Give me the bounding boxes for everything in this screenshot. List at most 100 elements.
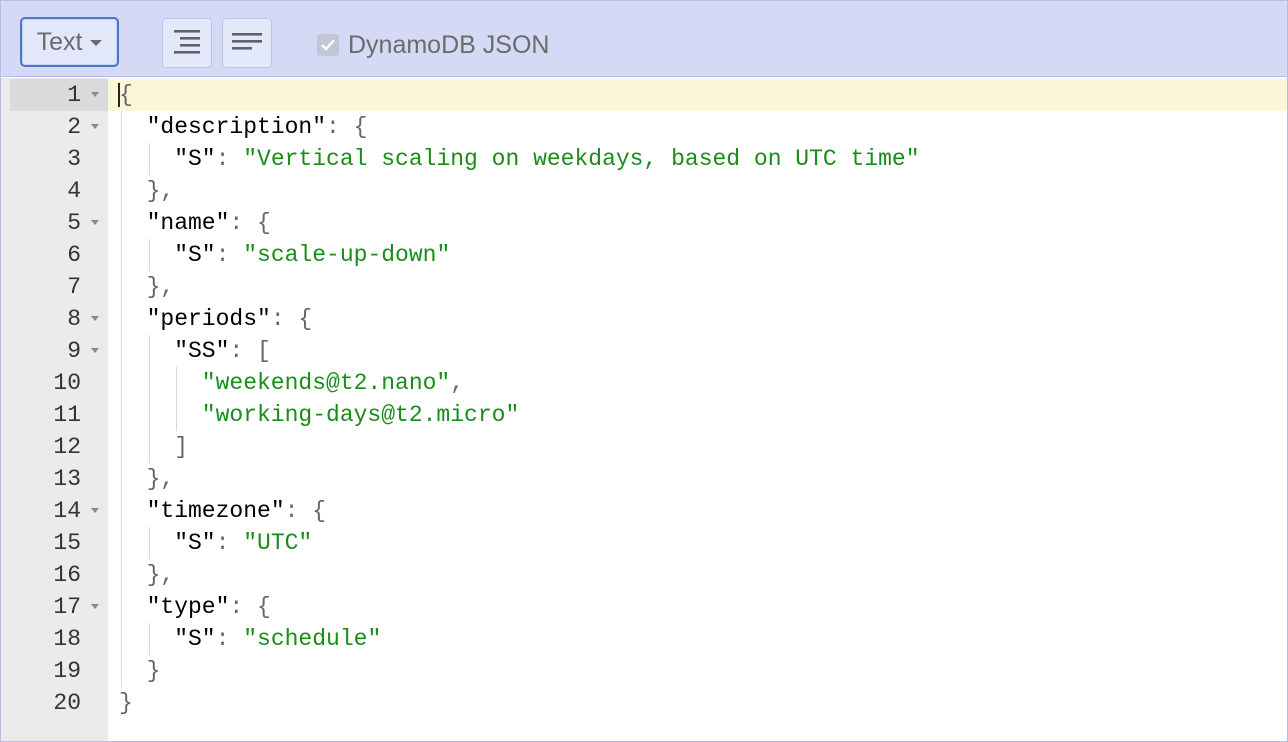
dynamodb-json-toggle[interactable]: DynamoDB JSON <box>317 29 549 61</box>
code-line: 5 "name": { <box>1 207 1287 239</box>
punctuation-token: }, <box>146 274 175 300</box>
indent-guide <box>121 367 122 399</box>
compact-json-button[interactable] <box>222 18 272 68</box>
text-cursor <box>118 83 120 107</box>
indent-guide <box>148 335 150 367</box>
string-token: "scale-up-down" <box>243 242 451 268</box>
punctuation-token: : { <box>270 306 313 332</box>
indent-guide <box>121 527 122 559</box>
indent-guide <box>121 431 122 463</box>
punctuation-token: }, <box>146 562 175 588</box>
code-line: 11 "working-days@t2.micro" <box>1 399 1287 431</box>
line-number: 10 <box>53 370 81 396</box>
code-line: 1{ <box>1 79 1287 111</box>
line-number: 17 <box>53 594 81 620</box>
line-number: 19 <box>53 658 81 684</box>
code-text: } <box>147 655 161 687</box>
indent-guide <box>121 303 122 335</box>
indent-guide <box>121 271 122 303</box>
indent-guide <box>148 367 150 399</box>
indent-guide <box>176 367 178 399</box>
line-number: 14 <box>53 498 81 524</box>
indent-guide <box>176 399 178 431</box>
punctuation-token: : <box>215 530 244 556</box>
indent-guide <box>121 623 122 655</box>
line-number: 4 <box>67 178 81 204</box>
fold-toggle-icon[interactable] <box>91 316 99 321</box>
code-text: "S": "Vertical scaling on weekdays, base… <box>174 143 919 175</box>
punctuation-token: } <box>119 690 133 716</box>
code-text: "S": "UTC" <box>174 527 312 559</box>
code-line: 18 "S": "schedule" <box>1 623 1287 655</box>
line-number: 1 <box>67 82 81 108</box>
fold-toggle-icon[interactable] <box>91 508 99 513</box>
key-token: "S" <box>174 626 216 652</box>
punctuation-token: : { <box>229 594 271 620</box>
dynamodb-json-checkbox[interactable] <box>317 34 339 56</box>
indent-guide <box>148 431 150 463</box>
line-number: 5 <box>67 210 81 236</box>
punctuation-token: : { <box>229 210 271 236</box>
line-number: 15 <box>53 530 81 556</box>
punctuation-token: : <box>215 146 244 172</box>
key-token: "description" <box>146 114 327 140</box>
punctuation-token: } <box>146 658 161 684</box>
punctuation-token: }, <box>146 178 175 204</box>
line-number: 16 <box>53 562 81 588</box>
key-token: "SS" <box>174 338 230 364</box>
punctuation-token: : { <box>326 114 368 140</box>
code-line: 15 "S": "UTC" <box>1 527 1287 559</box>
code-line: 16}, <box>1 559 1287 591</box>
code-text: { <box>119 79 133 111</box>
line-number: 7 <box>67 274 81 300</box>
fold-toggle-icon[interactable] <box>91 92 99 97</box>
indent-guide <box>121 559 122 591</box>
punctuation-token: : { <box>284 498 327 524</box>
key-token: "name" <box>146 210 230 236</box>
line-number: 2 <box>67 114 81 140</box>
code-line: 4}, <box>1 175 1287 207</box>
punctuation-token: : <box>215 242 244 268</box>
indent-guide <box>148 623 150 655</box>
indent-guide <box>148 239 150 271</box>
code-line: 9 "SS": [ <box>1 335 1287 367</box>
fold-toggle-icon[interactable] <box>91 604 99 609</box>
mode-label: Text <box>36 27 83 56</box>
key-token: "S" <box>174 146 216 172</box>
punctuation-token: : [ <box>229 338 271 364</box>
fold-toggle-icon[interactable] <box>91 348 99 353</box>
indent-guide <box>121 335 122 367</box>
code-line: 7}, <box>1 271 1287 303</box>
indent-guide <box>121 239 122 271</box>
format-json-button[interactable] <box>162 18 212 68</box>
fold-toggle-icon[interactable] <box>91 124 99 129</box>
mode-dropdown-button[interactable]: Text <box>20 17 119 67</box>
key-token: "S" <box>174 530 216 556</box>
indent-guide <box>148 399 150 431</box>
code-text: "description": { <box>147 111 368 143</box>
code-text: "periods": { <box>147 303 313 335</box>
indent-guide <box>121 655 122 687</box>
line-number: 8 <box>67 306 81 332</box>
fold-toggle-icon[interactable] <box>91 220 99 225</box>
code-text: "timezone": { <box>147 495 326 527</box>
line-number: 9 <box>67 338 81 364</box>
line-number: 20 <box>53 690 81 716</box>
chevron-down-icon <box>90 40 103 46</box>
code-text: "working-days@t2.micro" <box>202 399 519 431</box>
key-token: "timezone" <box>146 498 285 524</box>
key-token: "type" <box>146 594 230 620</box>
indent-guide <box>148 143 150 175</box>
line-number: 13 <box>53 466 81 492</box>
indent-guide <box>148 527 150 559</box>
code-line: 8 "periods": { <box>1 303 1287 335</box>
punctuation-token: ] <box>174 434 188 460</box>
code-text: "SS": [ <box>174 335 271 367</box>
indent-guide <box>121 463 122 495</box>
code-line: 3 "S": "Vertical scaling on weekdays, bas… <box>1 143 1287 175</box>
indent-guide <box>121 495 122 527</box>
code-text: }, <box>147 559 175 591</box>
line-number: 3 <box>67 146 81 172</box>
code-line: 10 "weekends@t2.nano", <box>1 367 1287 399</box>
key-token: "periods" <box>146 306 271 332</box>
